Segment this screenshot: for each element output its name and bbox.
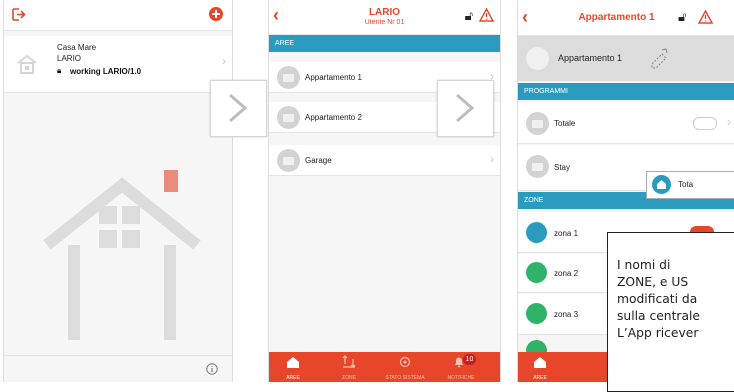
footer <box>4 355 232 382</box>
motion-icon <box>526 262 547 283</box>
unlock-icon[interactable]: 🔓︎ <box>678 9 686 25</box>
note-line: I nomi di <box>617 258 671 272</box>
program-label: Stay <box>554 163 571 172</box>
zones-icon <box>342 355 356 368</box>
note-line: sulla centrale <box>617 309 700 323</box>
tab-aree[interactable]: AREE <box>273 352 313 382</box>
camera-icon <box>526 222 547 243</box>
program-toggle[interactable] <box>693 117 717 130</box>
area-row[interactable]: Garage › <box>269 145 500 176</box>
program-icon <box>526 112 549 135</box>
note-line: modificati da <box>617 292 698 306</box>
home-icon <box>534 357 546 368</box>
program-popup[interactable]: Tota <box>646 171 734 199</box>
program-icon <box>526 155 549 178</box>
tab-label: ZONE <box>342 375 356 381</box>
site-name: Casa Mare <box>57 43 97 52</box>
area-banner: Appartamento 1 <box>518 36 734 81</box>
logout-icon[interactable] <box>12 8 26 21</box>
home-icon <box>287 357 299 368</box>
area-label: Appartamento 2 <box>305 113 362 122</box>
screen-areas: ‹ LARIO Utente Nr 01 🔓︎ AREE Appartament… <box>268 0 501 382</box>
header: ‹ Appartamento 1 🔓︎ <box>518 0 734 36</box>
area-icon <box>277 66 300 89</box>
home-icon <box>652 175 671 194</box>
note-line: ZONE, e US <box>617 275 689 289</box>
tab-label: STATO SISTEMA <box>385 375 425 381</box>
tab-label: AREE <box>286 375 300 381</box>
header: ‹ LARIO Utente Nr 01 🔓︎ <box>269 0 500 35</box>
bottom-tab-bar: AREE ZONE STATO SISTEMA 10 NOTIFICHE <box>269 352 500 382</box>
zone-label: zona 3 <box>554 310 579 319</box>
tab-notifiche[interactable]: 10 NOTIFICHE <box>441 352 481 382</box>
next-step-arrow <box>437 80 494 137</box>
warning-icon[interactable] <box>698 10 713 24</box>
section-header-areas: AREE <box>269 35 500 52</box>
site-home-icon <box>17 54 37 74</box>
warning-icon[interactable] <box>479 8 494 22</box>
site-subtitle: LARIO <box>57 54 82 63</box>
tab-label: AREE <box>533 375 547 381</box>
area-label: Appartamento 1 <box>305 73 362 82</box>
add-site-icon[interactable] <box>209 7 223 21</box>
edit-area-icon[interactable] <box>648 46 672 70</box>
motion-icon <box>526 303 547 324</box>
zone-label: zona 2 <box>554 269 579 278</box>
screen-sites: Casa Mare LARIO 🔒︎ working LARIO/1.0 › <box>3 0 233 382</box>
chevron-right-icon: › <box>490 152 494 166</box>
chevron-right-icon: › <box>222 54 226 68</box>
site-row[interactable]: Casa Mare LARIO 🔒︎ working LARIO/1.0 › <box>4 36 232 93</box>
status-icon <box>399 356 411 368</box>
chevron-right-icon: › <box>727 115 731 129</box>
program-row[interactable]: Totale › <box>518 103 734 144</box>
unlock-icon[interactable]: 🔓︎ <box>465 8 473 24</box>
house-illustration <box>43 170 201 340</box>
popup-label: Tota <box>678 180 694 189</box>
area-icon <box>526 47 549 70</box>
note-line: L’App ricever <box>617 326 699 340</box>
annotation-note: I nomi di ZONE, e US modificati da sulla… <box>607 232 734 392</box>
header <box>4 0 232 31</box>
tab-label: NOTIFICHE <box>447 375 475 381</box>
next-step-arrow <box>210 80 267 137</box>
area-name: Appartamento 1 <box>558 53 623 63</box>
lock-icon: 🔒︎ <box>57 66 62 75</box>
zone-label: zona 1 <box>554 229 579 238</box>
tab-stato-sistema[interactable]: STATO SISTEMA <box>385 352 425 382</box>
program-label: Totale <box>554 119 576 128</box>
site-status: working LARIO/1.0 <box>70 67 142 76</box>
area-icon <box>277 106 300 129</box>
info-icon[interactable] <box>206 363 218 375</box>
tab-zone[interactable]: ZONE <box>329 352 369 382</box>
area-icon <box>277 149 300 172</box>
tab-aree[interactable]: AREE <box>520 352 560 382</box>
section-header-programmi: PROGRAMMI <box>518 83 734 100</box>
area-label: Garage <box>305 156 332 165</box>
notification-badge: 10 <box>463 354 476 365</box>
